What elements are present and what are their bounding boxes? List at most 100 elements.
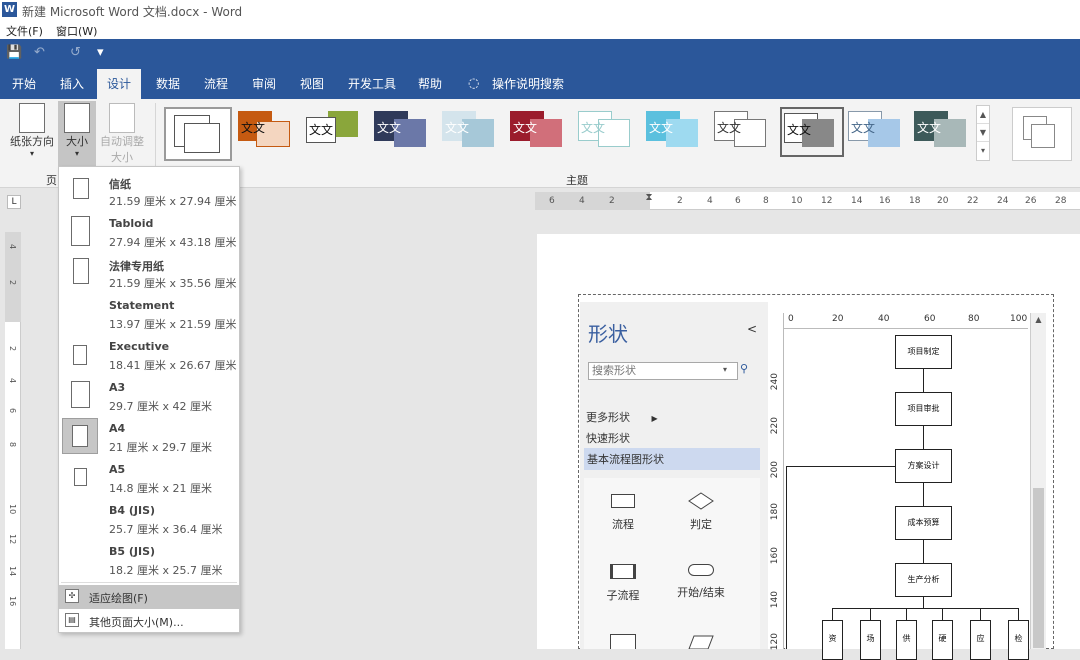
flow-sub-box[interactable]: 供 — [896, 620, 917, 660]
theme-cyan[interactable]: 文文 — [646, 107, 710, 157]
quick-access-toolbar: 💾 ↶ ↺ ▾ — [0, 39, 1080, 69]
theme-gallery-scroll[interactable]: ▲ ▼ ▾ — [976, 105, 990, 161]
vertical-ruler[interactable]: 4 2 2 4 6 8 10 12 14 16 — [5, 232, 21, 649]
ruler-tick: 80 — [968, 314, 980, 324]
tab-developer[interactable]: 开发工具 — [338, 69, 406, 99]
theme-red[interactable]: 文文 — [510, 107, 574, 157]
ruler-tick: 28 — [1055, 196, 1067, 206]
menu-file[interactable]: 文件(F) — [6, 23, 43, 39]
theme-slate[interactable]: 文文 — [914, 107, 978, 157]
size-option-letter[interactable]: 信纸 21.59 厘米 x 27.94 厘米 — [59, 169, 239, 210]
theme-navy[interactable]: 文文 — [374, 107, 438, 157]
tab-design[interactable]: 设计 — [97, 69, 142, 99]
scrollbar-thumb[interactable] — [1033, 488, 1044, 648]
quick-shapes-item[interactable]: 快速形状 — [586, 430, 630, 446]
shape-subprocess[interactable]: 子流程 — [588, 564, 658, 603]
scroll-up-icon[interactable]: ▲ — [977, 106, 989, 124]
ruler-tick: 18 — [909, 196, 921, 206]
size-option-tabloid[interactable]: Tabloid 27.94 厘米 x 43.18 厘米 — [59, 210, 239, 251]
customize-qat-icon[interactable]: ▾ — [97, 45, 104, 60]
size-option-b5-jis[interactable]: B5 (JIS) 18.2 厘米 x 25.7 厘米 — [59, 538, 239, 579]
ribbon-tabs: 开始 插入 设计 数据 流程 审阅 视图 开发工具 帮助 ◌ 操作说明搜索 — [0, 69, 1080, 99]
more-page-sizes-item[interactable]: ▤ 其他页面大小(M)... — [59, 609, 239, 633]
flow-sub-box[interactable]: 场 — [860, 620, 881, 660]
variant-thumbnail[interactable] — [1012, 107, 1072, 161]
theme-gray-outline[interactable]: 文文 — [714, 107, 778, 157]
scroll-down-icon[interactable]: ▼ — [977, 124, 989, 142]
shape-terminator[interactable]: 开始/结束 — [666, 564, 736, 600]
visio-vertical-ruler[interactable]: 240 220 200 180 160 140 120 — [768, 313, 784, 650]
flow-sub-box[interactable]: 应 — [970, 620, 991, 660]
horizontal-ruler[interactable]: 6 4 2 ⧗ 2 4 6 8 10 12 14 16 18 20 22 24 … — [535, 192, 1080, 210]
theme-pastel[interactable]: 文文 — [848, 107, 912, 157]
ruler-tick: 140 — [770, 591, 780, 609]
flow-box[interactable]: 方案设计 — [895, 449, 952, 483]
ruler-tick: 14 — [851, 196, 863, 206]
tab-review[interactable]: 审阅 — [242, 69, 286, 99]
flow-box[interactable]: 项目制定 — [895, 335, 952, 369]
collapse-pane-icon[interactable]: < — [747, 322, 757, 336]
shapes-pane: 形状 < ▾ ⚲ 更多形状 ▶ 快速形状 基本流程图形状 流程 判定 子流程 开… — [580, 302, 768, 652]
search-dropdown-icon[interactable]: ▾ — [723, 365, 727, 374]
auto-size-button[interactable]: 自动调整 大小 — [96, 103, 148, 165]
size-button[interactable]: 大小 ▾ — [58, 101, 96, 169]
tab-stop-selector[interactable]: L — [7, 195, 21, 209]
tab-data[interactable]: 数据 — [146, 69, 190, 99]
gallery-expand-icon[interactable]: ▾ — [977, 142, 989, 160]
flow-box[interactable]: 项目审批 — [895, 392, 952, 426]
theme-white[interactable]: 文文 — [578, 107, 642, 157]
orientation-button[interactable]: 纸张方向 ▾ — [6, 103, 58, 158]
size-option-executive[interactable]: Executive 18.41 厘米 x 26.67 厘米 — [59, 333, 239, 374]
flow-box[interactable]: 生产分析 — [895, 563, 952, 597]
tab-insert[interactable]: 插入 — [50, 69, 94, 99]
connector-line — [786, 466, 895, 467]
auto-size-label-2: 大小 — [111, 151, 133, 164]
indent-marker[interactable]: ⧗ — [643, 192, 655, 210]
size-option-legal[interactable]: 法律专用纸 21.59 厘米 x 35.56 厘米 — [59, 251, 239, 292]
flow-sub-box[interactable]: 资 — [822, 620, 843, 660]
visio-drawing-canvas[interactable]: 项目制定 项目审批 方案设计 成本预算 生产分析 资 场 供 硬 应 检 — [786, 330, 1030, 660]
theme-light-blue[interactable]: 文文 — [442, 107, 506, 157]
theme-none[interactable] — [164, 107, 232, 161]
menu-bar: 文件(F) 窗口(W) — [0, 20, 1080, 39]
tab-home[interactable]: 开始 — [2, 69, 46, 99]
theme-label: 文文 — [649, 121, 674, 135]
tell-me-search[interactable]: 操作说明搜索 — [482, 69, 574, 99]
ruler-tick: 2 — [8, 280, 17, 286]
scroll-up-icon[interactable]: ▲ — [1033, 315, 1044, 327]
connector-line — [1018, 608, 1019, 620]
redo-icon[interactable]: ↺ — [70, 45, 81, 60]
size-option-a3[interactable]: A3 29.7 厘米 x 42 厘米 — [59, 374, 239, 415]
document-shape-icon[interactable] — [610, 634, 636, 649]
size-option-b4-jis[interactable]: B4 (JIS) 25.7 厘米 x 36.4 厘米 — [59, 497, 239, 538]
tab-help[interactable]: 帮助 — [408, 69, 452, 99]
size-option-a5[interactable]: A5 14.8 厘米 x 21 厘米 — [59, 456, 239, 497]
size-option-statement[interactable]: Statement 13.97 厘米 x 21.59 厘米 — [59, 292, 239, 333]
save-icon[interactable]: 💾 — [6, 45, 22, 60]
more-shapes-item[interactable]: 更多形状 ▶ — [586, 409, 658, 425]
flow-sub-box[interactable]: 检 — [1008, 620, 1029, 660]
theme-green[interactable]: 文文 — [306, 107, 370, 157]
tab-view[interactable]: 视图 — [290, 69, 334, 99]
size-option-a4[interactable]: A4 21 厘米 x 29.7 厘米 — [59, 415, 239, 456]
data-shape-icon[interactable] — [688, 635, 714, 652]
ruler-tick: 22 — [967, 196, 979, 206]
basic-flowchart-shapes-item[interactable]: 基本流程图形状 — [584, 448, 760, 470]
menu-window[interactable]: 窗口(W) — [56, 23, 97, 39]
search-icon[interactable]: ⚲ — [740, 362, 752, 380]
undo-icon[interactable]: ↶ — [34, 45, 45, 60]
shape-label: 流程 — [612, 518, 634, 531]
tab-process[interactable]: 流程 — [194, 69, 238, 99]
shape-process[interactable]: 流程 — [588, 494, 658, 532]
flow-sub-box[interactable]: 硬 — [932, 620, 953, 660]
search-shapes-input[interactable] — [588, 362, 738, 380]
fit-to-drawing-item[interactable]: ✣ 适应绘图(F) — [59, 585, 239, 609]
theme-office[interactable]: 文文 — [238, 107, 302, 157]
visio-vertical-scrollbar[interactable]: ▲ — [1030, 313, 1046, 649]
shapes-pane-title: 形状 — [588, 322, 628, 346]
page-icon — [73, 178, 89, 199]
visio-horizontal-ruler[interactable]: 0 20 40 60 80 100 — [784, 313, 1028, 329]
theme-gray[interactable]: 文文 — [780, 107, 844, 157]
shape-decision[interactable]: 判定 — [666, 492, 736, 532]
flow-box[interactable]: 成本预算 — [895, 506, 952, 540]
